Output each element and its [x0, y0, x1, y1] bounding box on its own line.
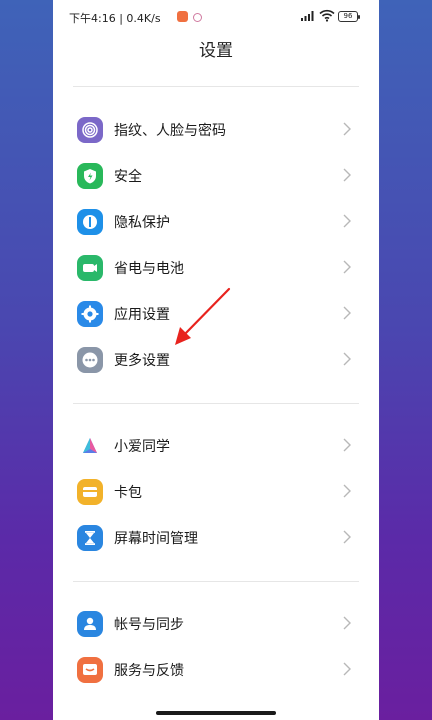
annotation-arrow-icon [175, 287, 231, 345]
settings-screen: 下午4:16 | 0.4K/s 96 设置 指纹、人脸与密码 安全 隐私保护 省… [53, 0, 379, 720]
